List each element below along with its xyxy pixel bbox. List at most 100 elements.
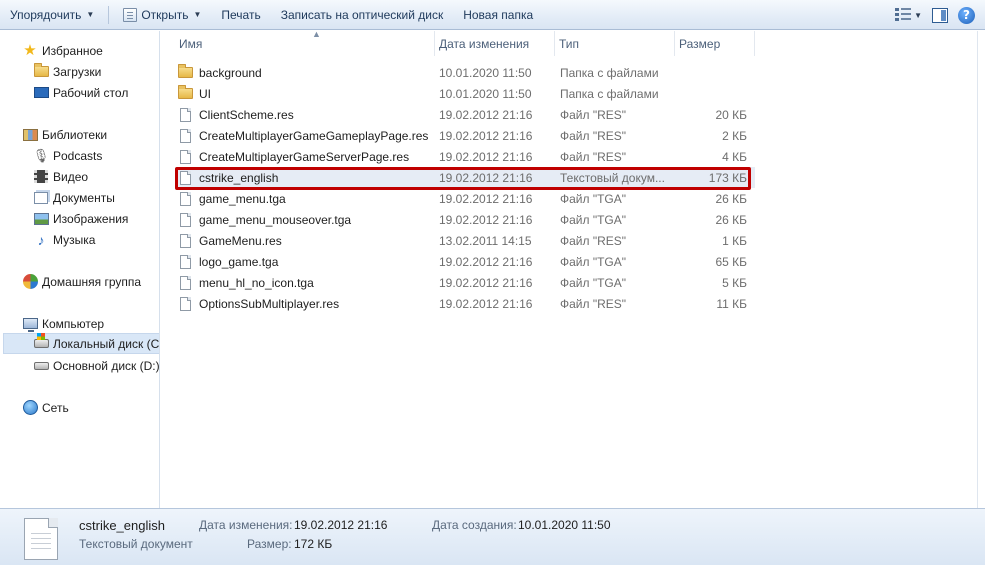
file-name-cell: logo_game.tga [177,251,435,272]
file-type-cell: Файл "RES" [560,149,627,164]
file-date-cell: 19.02.2012 21:16 [439,254,533,269]
file-name: cstrike_english [199,170,279,185]
command-bar: Упорядочить ▼ Открыть ▼ Печать Записать … [0,0,985,30]
nav-network[interactable]: Сеть [0,397,159,418]
nav-homegroup[interactable]: Домашняя группа [0,271,159,292]
file-name-cell: UI [177,83,435,104]
homegroup-icon [22,274,38,290]
file-icon [177,191,193,207]
libraries-icon [22,127,38,143]
file-date-cell: 10.01.2020 11:50 [439,86,532,101]
documents-icon [33,190,49,206]
file-name: ClientScheme.res [199,107,294,122]
file-size-cell: 20 КБ [715,107,747,122]
file-name: logo_game.tga [199,254,279,269]
burn-disc-label: Записать на оптический диск [280,7,444,22]
file-name: CreateMultiplayerGameGameplayPage.res [199,128,429,143]
column-header-size[interactable]: Размер [675,31,755,56]
nav-local-disk-c[interactable]: Локальный диск (C [3,333,159,354]
column-header-date[interactable]: Дата изменения [435,31,555,56]
pictures-icon [33,211,49,227]
chevron-down-icon: ▼ [193,10,202,19]
file-row[interactable]: GameMenu.res 13.02.2011 14:15 Файл "RES" 1 … [177,230,755,251]
file-icon [177,275,193,291]
file-name-cell: menu_hl_no_icon.tga [177,272,435,293]
help-icon[interactable]: ? [958,6,975,24]
file-row[interactable]: ClientScheme.res 19.02.2012 21:16 Файл "RE… [177,104,755,125]
open-button[interactable]: Открыть ▼ [113,0,211,30]
organize-button[interactable]: Упорядочить ▼ [0,0,104,30]
organize-label: Упорядочить [10,7,82,22]
nav-video[interactable]: Видео [0,166,159,187]
file-date-cell: 19.02.2012 21:16 [439,107,533,122]
nav-desktop[interactable]: Рабочий стол [0,82,159,103]
print-button[interactable]: Печать [211,0,270,30]
hard-drive-icon [33,358,49,374]
file-row[interactable]: game_menu_mouseover.tga 19.02.2012 21:16 Ф… [177,209,755,230]
file-name-cell: OptionsSubMultiplayer.res [177,293,435,314]
file-name-cell: background [177,62,435,83]
print-label: Печать [221,7,261,22]
file-size-cell: 11 КБ [716,296,747,311]
file-name-cell: ClientScheme.res [177,104,435,125]
file-size-cell: 173 КБ [708,170,747,185]
new-folder-button[interactable]: Новая папка [453,0,543,30]
open-label: Открыть [141,7,189,22]
file-icon [177,296,193,312]
nav-label: Загрузки [53,64,102,79]
nav-documents[interactable]: Документы [0,187,159,208]
details-size-label: Размер: [247,537,292,551]
nav-images[interactable]: Изображения [0,208,159,229]
network-icon [22,400,38,416]
preview-pane-icon[interactable] [932,7,948,23]
file-name-cell: GameMenu.res [177,230,435,251]
change-view-button[interactable]: ▼ [895,8,922,22]
file-row[interactable]: game_menu.tga 19.02.2012 21:16 Файл "TGA" 2… [177,188,755,209]
file-row[interactable]: background 10.01.2020 11:50 Папка с файлам… [177,62,755,83]
details-created-label: Дата создания: [432,518,517,532]
navigation-pane: ★ Избранное Загрузки Рабочий стол Библио… [0,31,160,508]
column-header-name[interactable]: Имя ▲ [175,29,435,56]
column-header-type[interactable]: Тип [555,31,675,56]
file-row[interactable]: logo_game.tga 19.02.2012 21:16 Файл "TGA" 6… [177,251,755,272]
system-drive-icon [33,333,49,352]
nav-label: Видео [53,169,89,184]
nav-label: Рабочий стол [53,85,129,100]
nav-label: Избранное [42,43,103,58]
nav-computer[interactable]: Компьютер [0,313,159,334]
file-size-cell: 26 КБ [715,191,747,206]
file-row[interactable]: OptionsSubMultiplayer.res 19.02.2012 21:1… [177,293,755,314]
file-row[interactable]: menu_hl_no_icon.tga 19.02.2012 21:16 Файл … [177,272,755,293]
column-date-label: Дата изменения [439,36,530,51]
file-name: GameMenu.res [199,233,282,248]
column-type-label: Тип [559,36,580,51]
file-row[interactable]: CreateMultiplayerGameGameplayPage.res 19.… [177,125,755,146]
burn-disc-button[interactable]: Записать на оптический диск [271,0,454,30]
file-row[interactable]: cstrike_english 19.02.2012 21:16 Текстовый… [177,167,755,188]
file-name-cell: CreateMultiplayerGameServerPage.res [177,146,435,167]
file-row[interactable]: UI 10.01.2020 11:50 Папка с файлами [177,83,755,104]
podcast-icon: 🎙 [32,147,50,163]
file-row[interactable]: CreateMultiplayerGameServerPage.res 19.02… [177,146,755,167]
nav-downloads[interactable]: Загрузки [0,61,159,82]
nav-music[interactable]: ♪ Музыка [0,229,159,250]
nav-main-disk-d[interactable]: Основной диск (D:) [0,355,159,376]
folder-icon [177,64,193,81]
details-filetype: Текстовый документ [79,537,193,551]
file-icon [177,254,193,270]
column-size-label: Размер [679,36,721,51]
file-icon [177,149,193,165]
file-list: Имя ▲ Дата изменения Тип Размер backgrou… [161,29,977,508]
desktop-icon [33,85,49,101]
folder-icon [177,85,193,102]
file-name-cell: CreateMultiplayerGameGameplayPage.res [177,125,435,146]
star-icon: ★ [23,41,37,59]
file-type-cell: Файл "RES" [560,107,627,122]
nav-libraries[interactable]: Библиотеки [0,124,159,145]
file-date-cell: 13.02.2011 14:15 [439,233,532,248]
file-name-cell: game_menu_mouseover.tga [177,209,435,230]
file-date-cell: 19.02.2012 21:16 [439,296,533,311]
nav-podcasts[interactable]: 🎙 Podcasts [0,145,159,166]
nav-favorites[interactable]: ★ Избранное [0,40,159,61]
file-type-cell: Папка с файлами [560,86,659,101]
